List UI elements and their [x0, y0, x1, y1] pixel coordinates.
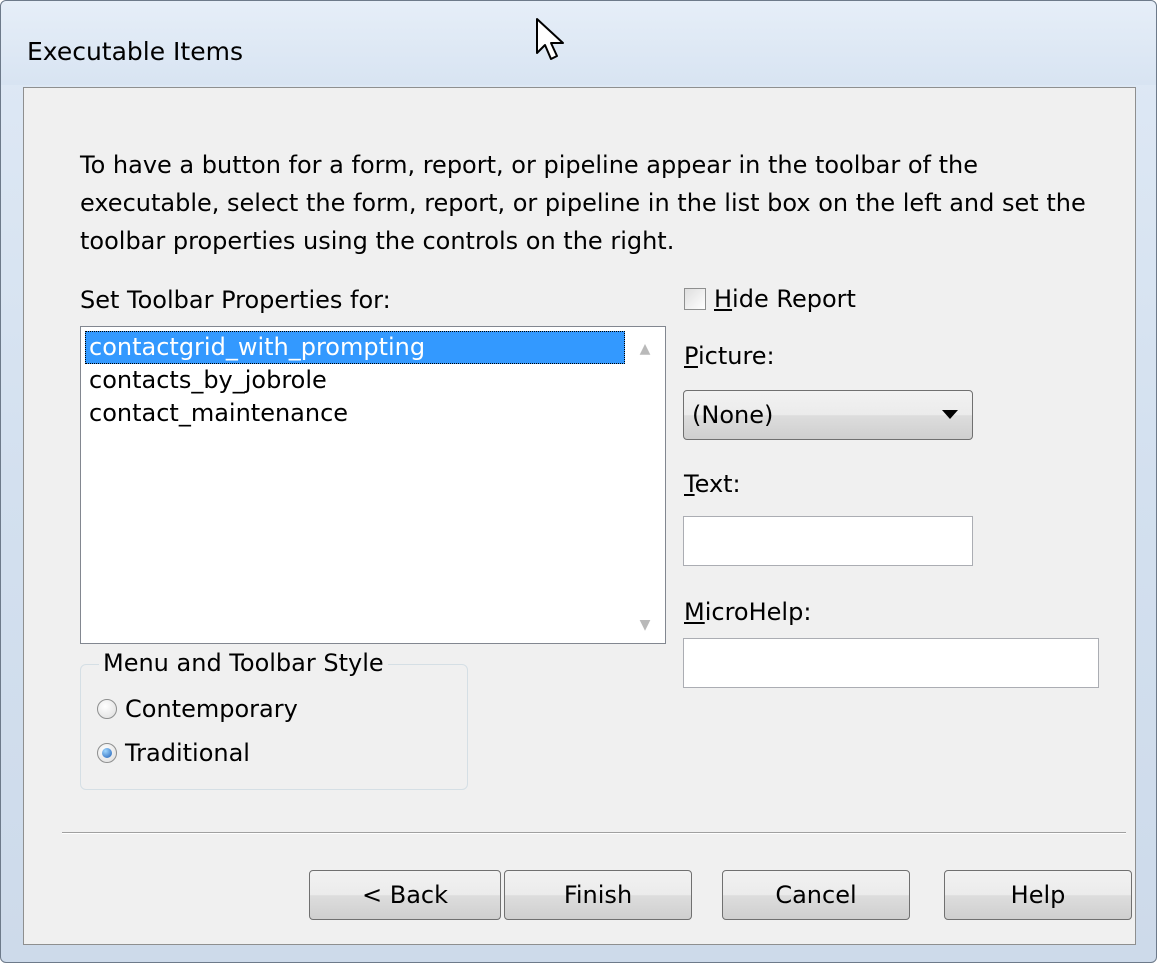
radio-button-checked-icon[interactable]	[97, 743, 117, 763]
title-bar[interactable]: Executable Items	[1, 1, 1156, 85]
window-title: Executable Items	[27, 37, 243, 66]
mouse-cursor-icon	[536, 18, 564, 60]
picture-dropdown[interactable]: (None)	[683, 390, 973, 440]
picture-value: (None)	[692, 401, 774, 429]
hide-report-label: Hide Report	[714, 285, 856, 313]
scroll-down-arrow-icon[interactable]: ▼	[637, 617, 653, 633]
microhelp-label: MicroHelp:	[684, 598, 812, 626]
microhelp-input[interactable]	[683, 638, 1099, 688]
radio-label: Contemporary	[125, 695, 298, 723]
radio-button-icon[interactable]	[97, 699, 117, 719]
list-item[interactable]: contactgrid_with_prompting	[85, 331, 625, 364]
list-item[interactable]: contacts_by_jobrole	[85, 364, 625, 397]
chevron-down-icon[interactable]	[942, 410, 958, 419]
wizard-content-panel: To have a button for a form, report, or …	[23, 87, 1136, 945]
radio-traditional[interactable]: Traditional	[97, 737, 250, 769]
text-input[interactable]	[683, 516, 973, 566]
wizard-window: Executable Items To have a button for a …	[0, 0, 1157, 963]
menu-toolbar-style-group: Menu and Toolbar Style Contemporary Trad…	[80, 649, 468, 790]
finish-button[interactable]: Finish	[504, 870, 692, 920]
group-legend: Menu and Toolbar Style	[99, 649, 388, 677]
help-button[interactable]: Help	[944, 870, 1132, 920]
hide-report-checkbox[interactable]: Hide Report	[684, 284, 856, 314]
list-label: Set Toolbar Properties for:	[80, 286, 391, 314]
back-button[interactable]: < Back	[309, 870, 501, 920]
text-label: Text:	[684, 470, 741, 498]
picture-label: Picture:	[684, 342, 775, 370]
separator	[62, 832, 1126, 834]
radio-contemporary[interactable]: Contemporary	[97, 693, 298, 725]
instructions-text: To have a button for a form, report, or …	[80, 151, 1086, 255]
cancel-button[interactable]: Cancel	[722, 870, 910, 920]
radio-label: Traditional	[125, 739, 250, 767]
checkbox-icon[interactable]	[684, 288, 706, 310]
toolbar-items-listbox[interactable]: contactgrid_with_prompting contacts_by_j…	[80, 326, 666, 644]
list-item[interactable]: contact_maintenance	[85, 397, 625, 430]
scroll-up-arrow-icon[interactable]: ▲	[637, 341, 653, 357]
